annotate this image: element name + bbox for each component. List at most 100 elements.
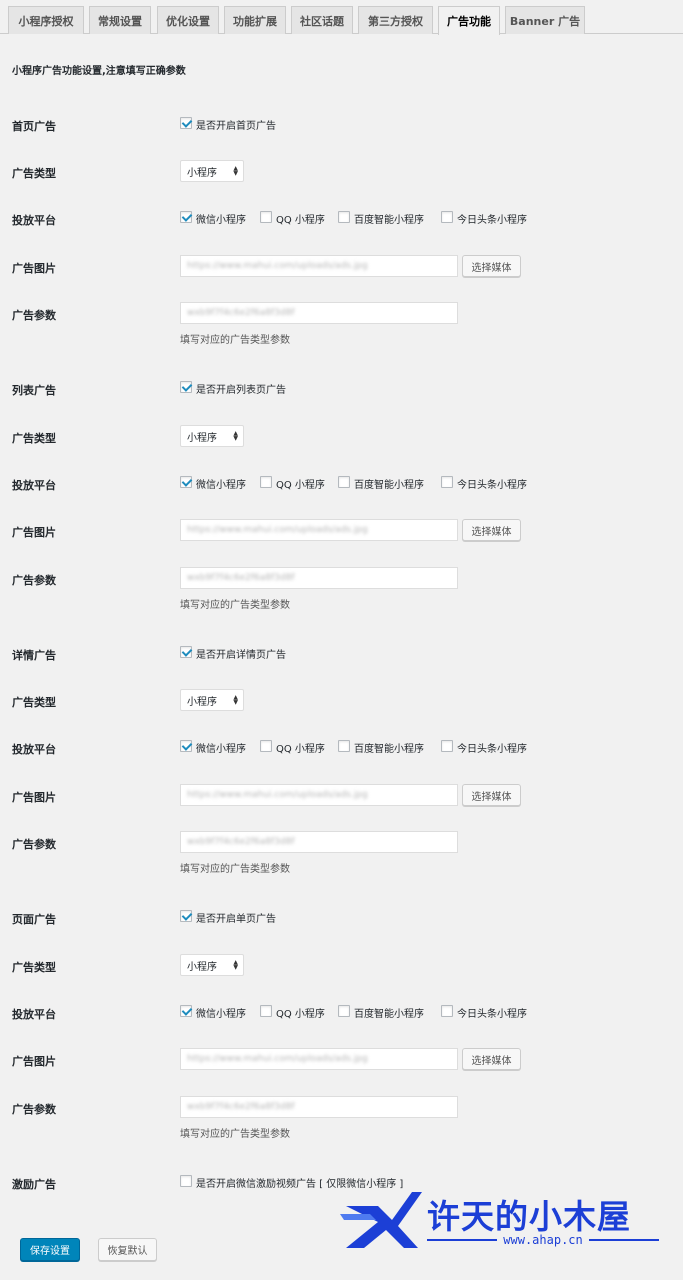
ad-type-select[interactable]: 小程序 ▲ ▼ bbox=[180, 954, 244, 976]
watermark-url-text: www.ahap.cn bbox=[503, 1233, 583, 1247]
platform-toutiao-checkbox[interactable] bbox=[441, 1005, 453, 1017]
ad-image-input[interactable]: https://www.mahui.com/uploads/ads.jpg bbox=[180, 784, 458, 806]
platform-qq-label: QQ 小程序 bbox=[276, 215, 325, 226]
tab-miniprogram-auth[interactable]: 小程序授权 bbox=[8, 6, 84, 34]
platform-label: 投放平台 bbox=[12, 1008, 56, 1021]
ad-param-label: 广告参数 bbox=[12, 309, 56, 322]
platform-qq-checkbox[interactable] bbox=[260, 476, 272, 488]
platform-wechat-label: 微信小程序 bbox=[196, 215, 246, 226]
ad-param-input[interactable]: wxb9f7f4c6e2f6a8f3d8f bbox=[180, 302, 458, 324]
ad-type-label: 广告类型 bbox=[12, 696, 56, 709]
enable-checkbox-label: 是否开启列表页广告 bbox=[196, 385, 286, 396]
tab-feature-extensions[interactable]: 功能扩展 bbox=[224, 6, 286, 34]
ad-param-input[interactable]: wxb9f7f4c6e2f6a8f3d8f bbox=[180, 567, 458, 589]
ad-image-input[interactable]: https://www.mahui.com/uploads/ads.jpg bbox=[180, 519, 458, 541]
tab-general-settings[interactable]: 常规设置 bbox=[89, 6, 151, 34]
tab-banner-ads[interactable]: Banner 广告 bbox=[505, 6, 585, 34]
ad-param-input[interactable]: wxb9f7f4c6e2f6a8f3d8f bbox=[180, 1096, 458, 1118]
enable-checkbox-label: 是否开启首页广告 bbox=[196, 121, 276, 132]
ad-image-value: https://www.mahui.com/uploads/ads.jpg bbox=[187, 525, 368, 535]
select-media-button[interactable]: 选择媒体 bbox=[462, 1048, 521, 1070]
tab-ad-features[interactable]: 广告功能 bbox=[438, 6, 500, 35]
divider bbox=[588, 1239, 660, 1241]
watermark-url: www.ahap.cn bbox=[427, 1233, 660, 1247]
platform-baidu-checkbox[interactable] bbox=[338, 1005, 350, 1017]
ad-type-select[interactable]: 小程序 ▲ ▼ bbox=[180, 689, 244, 711]
ad-param-value: wxb9f7f4c6e2f6a8f3d8f bbox=[187, 837, 295, 847]
ad-param-label: 广告参数 bbox=[12, 574, 56, 587]
platform-qq-label: QQ 小程序 bbox=[276, 744, 325, 755]
ad-param-input[interactable]: wxb9f7f4c6e2f6a8f3d8f bbox=[180, 831, 458, 853]
platform-qq-label: QQ 小程序 bbox=[276, 480, 325, 491]
enable-checkbox[interactable] bbox=[180, 117, 192, 129]
select-media-button[interactable]: 选择媒体 bbox=[462, 255, 521, 277]
platform-baidu-checkbox[interactable] bbox=[338, 211, 350, 223]
watermark-title: 许天的小木屋 bbox=[427, 1197, 631, 1236]
ad-type-select[interactable]: 小程序 ▲ ▼ bbox=[180, 425, 244, 447]
save-settings-button[interactable]: 保存设置 bbox=[20, 1238, 80, 1261]
platform-toutiao-checkbox[interactable] bbox=[441, 740, 453, 752]
ad-image-input[interactable]: https://www.mahui.com/uploads/ads.jpg bbox=[180, 255, 458, 277]
ad-param-description: 填写对应的广告类型参数 bbox=[180, 335, 290, 346]
ad-type-value: 小程序 bbox=[187, 696, 217, 708]
enable-checkbox[interactable] bbox=[180, 381, 192, 393]
platform-toutiao-label: 今日头条小程序 bbox=[457, 480, 527, 491]
ad-param-value: wxb9f7f4c6e2f6a8f3d8f bbox=[187, 573, 295, 583]
ad-type-value: 小程序 bbox=[187, 167, 217, 179]
platform-baidu-label: 百度智能小程序 bbox=[354, 480, 424, 491]
platform-baidu-checkbox[interactable] bbox=[338, 740, 350, 752]
platform-wechat-label: 微信小程序 bbox=[196, 1009, 246, 1020]
platform-wechat-checkbox[interactable] bbox=[180, 211, 192, 223]
platform-toutiao-label: 今日头条小程序 bbox=[457, 744, 527, 755]
reward-enable-checkbox[interactable] bbox=[180, 1175, 192, 1187]
ad-image-label: 广告图片 bbox=[12, 1055, 56, 1068]
section-description: 小程序广告功能设置,注意填写正确参数 bbox=[12, 66, 186, 77]
restore-defaults-button[interactable]: 恢复默认 bbox=[98, 1238, 157, 1261]
ad-image-input[interactable]: https://www.mahui.com/uploads/ads.jpg bbox=[180, 1048, 458, 1070]
platform-wechat-checkbox[interactable] bbox=[180, 740, 192, 752]
ad-param-label: 广告参数 bbox=[12, 1103, 56, 1116]
platform-baidu-label: 百度智能小程序 bbox=[354, 215, 424, 226]
platform-label: 投放平台 bbox=[12, 743, 56, 756]
platform-toutiao-checkbox[interactable] bbox=[441, 476, 453, 488]
enable-checkbox[interactable] bbox=[180, 910, 192, 922]
platform-label: 投放平台 bbox=[12, 479, 56, 492]
platform-toutiao-checkbox[interactable] bbox=[441, 211, 453, 223]
select-media-button[interactable]: 选择媒体 bbox=[462, 519, 521, 541]
platform-qq-checkbox[interactable] bbox=[260, 740, 272, 752]
ad-type-label: 广告类型 bbox=[12, 961, 56, 974]
select-arrows-icon: ▲ ▼ bbox=[233, 430, 238, 442]
platform-toutiao-label: 今日头条小程序 bbox=[457, 1009, 527, 1020]
platform-wechat-checkbox[interactable] bbox=[180, 1005, 192, 1017]
platform-qq-checkbox[interactable] bbox=[260, 1005, 272, 1017]
ad-image-value: https://www.mahui.com/uploads/ads.jpg bbox=[187, 1054, 368, 1064]
ad-image-value: https://www.mahui.com/uploads/ads.jpg bbox=[187, 790, 368, 800]
platform-wechat-checkbox[interactable] bbox=[180, 476, 192, 488]
ad-param-description: 填写对应的广告类型参数 bbox=[180, 864, 290, 875]
ad-param-value: wxb9f7f4c6e2f6a8f3d8f bbox=[187, 308, 295, 318]
ad-image-value: https://www.mahui.com/uploads/ads.jpg bbox=[187, 261, 368, 271]
settings-tabs: 小程序授权 常规设置 优化设置 功能扩展 社区话题 第三方授权 广告功能 Ban… bbox=[0, 0, 683, 35]
tab-optimization-settings[interactable]: 优化设置 bbox=[157, 6, 219, 34]
select-media-button[interactable]: 选择媒体 bbox=[462, 784, 521, 806]
ad-image-label: 广告图片 bbox=[12, 791, 56, 804]
ad-type-select[interactable]: 小程序 ▲ ▼ bbox=[180, 160, 244, 182]
divider bbox=[427, 1239, 498, 1241]
tab-community-topics[interactable]: 社区话题 bbox=[291, 6, 353, 34]
platform-wechat-label: 微信小程序 bbox=[196, 480, 246, 491]
enable-checkbox-label: 是否开启详情页广告 bbox=[196, 650, 286, 661]
watermark-logo-icon bbox=[340, 1192, 422, 1248]
platform-toutiao-label: 今日头条小程序 bbox=[457, 215, 527, 226]
section-label: 页面广告 bbox=[12, 913, 56, 926]
ad-param-label: 广告参数 bbox=[12, 838, 56, 851]
ad-type-label: 广告类型 bbox=[12, 432, 56, 445]
platform-qq-label: QQ 小程序 bbox=[276, 1009, 325, 1020]
ad-type-value: 小程序 bbox=[187, 961, 217, 973]
platform-qq-checkbox[interactable] bbox=[260, 211, 272, 223]
platform-baidu-checkbox[interactable] bbox=[338, 476, 350, 488]
ad-type-label: 广告类型 bbox=[12, 167, 56, 180]
enable-checkbox[interactable] bbox=[180, 646, 192, 658]
tab-third-party-auth[interactable]: 第三方授权 bbox=[358, 6, 433, 34]
ad-image-label: 广告图片 bbox=[12, 526, 56, 539]
ad-type-value: 小程序 bbox=[187, 432, 217, 444]
